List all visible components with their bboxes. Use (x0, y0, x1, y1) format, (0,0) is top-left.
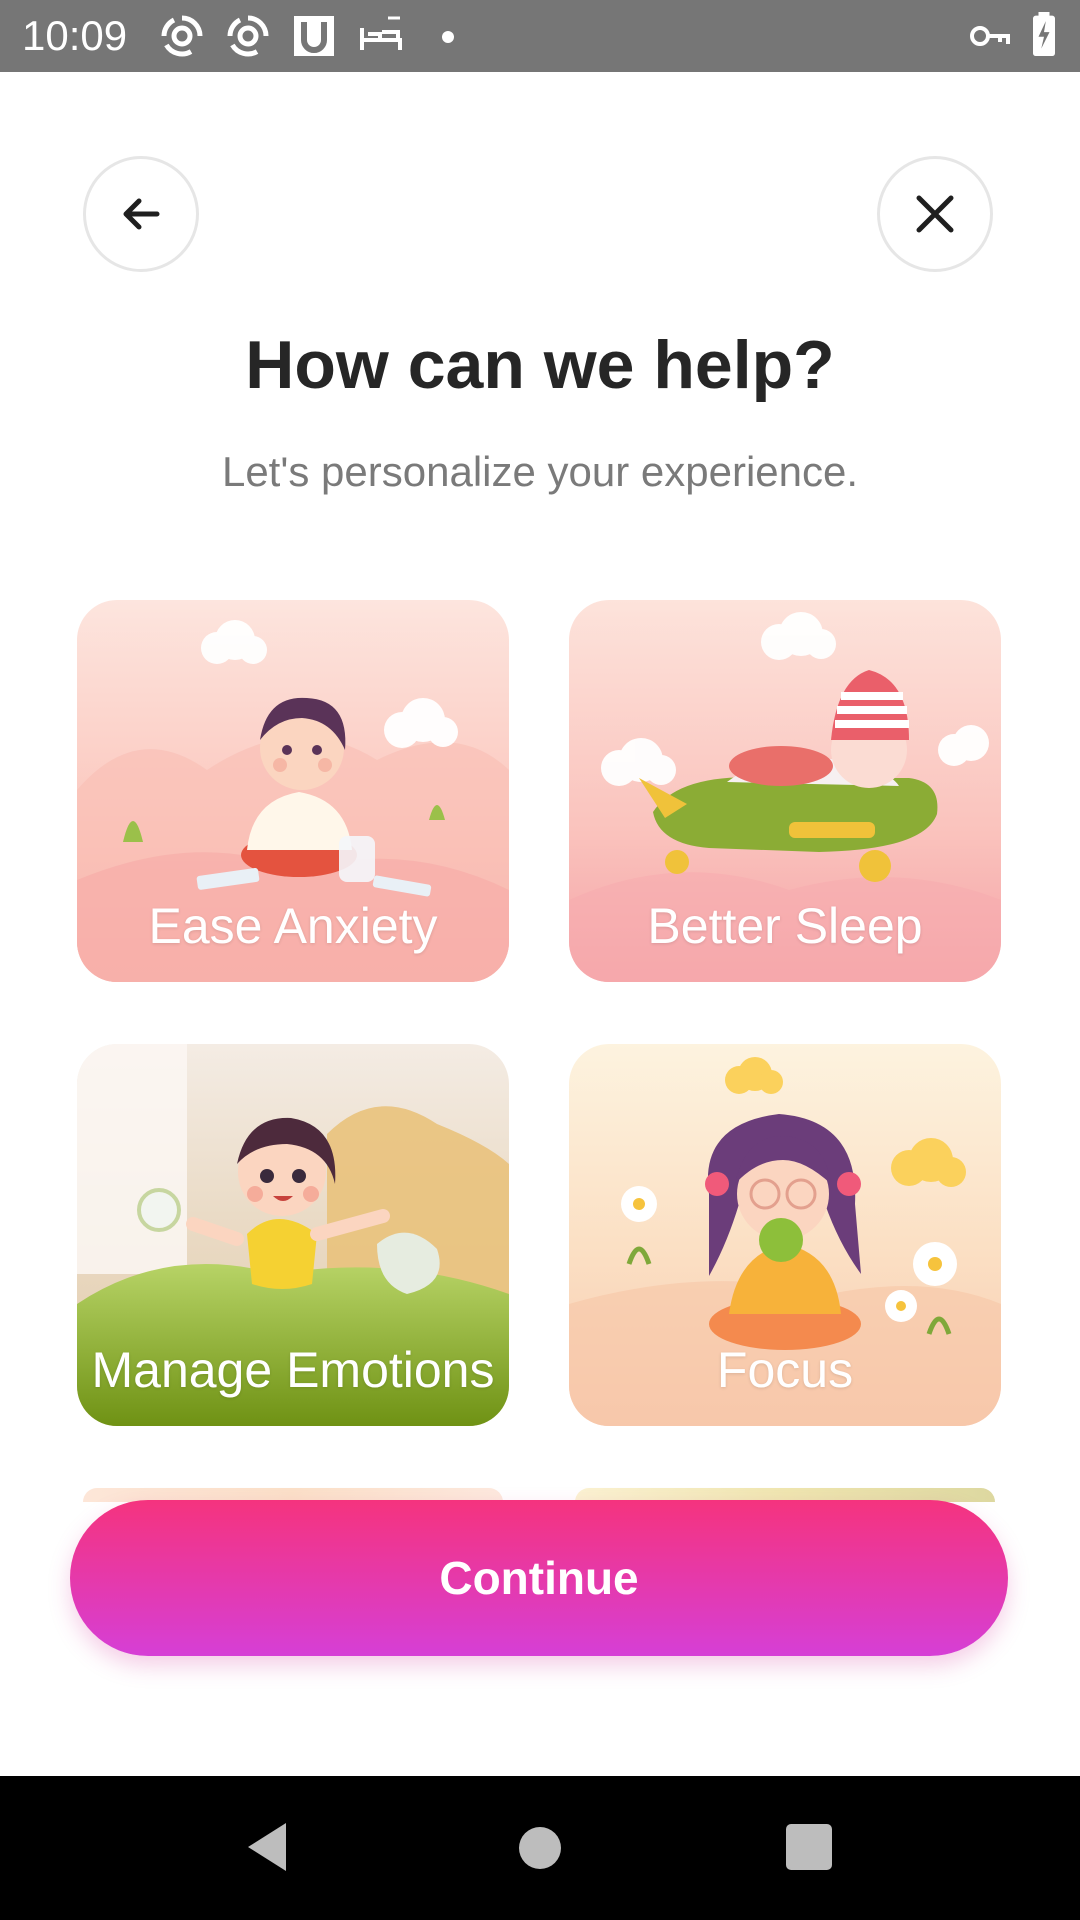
swirl-app-icon (161, 15, 203, 57)
arrow-left-icon (123, 198, 160, 230)
continue-button[interactable]: Continue (70, 1500, 1008, 1656)
status-time: 10:09 (22, 12, 128, 59)
page-title: How can we help? (245, 327, 835, 403)
option-label: Manage Emotions (91, 1342, 495, 1398)
bed-icon (360, 16, 402, 50)
status-bar: 10:09 (0, 0, 1080, 72)
battery-charging-icon (1033, 12, 1055, 56)
nav-recents-icon[interactable] (786, 1824, 832, 1870)
option-label: Better Sleep (647, 898, 923, 954)
option-card-focus[interactable]: Focus (569, 1044, 1001, 1426)
nav-home-icon[interactable] (518, 1826, 562, 1870)
option-card-ease-anxiety[interactable]: Ease Anxiety (77, 600, 509, 982)
close-icon (916, 195, 954, 233)
page-subtitle: Let's personalize your experience. (221, 448, 859, 495)
nav-back-icon[interactable] (244, 1821, 290, 1873)
option-card-manage-emotions[interactable]: Manage Emotions (77, 1044, 509, 1426)
option-label: Focus (716, 1342, 854, 1398)
u-app-icon (294, 16, 334, 56)
vpn-key-icon (970, 26, 1010, 46)
option-label: Ease Anxiety (148, 898, 438, 954)
notification-dot-icon (442, 31, 454, 43)
close-button[interactable] (877, 156, 993, 272)
back-button[interactable] (83, 156, 199, 272)
swirl-app-icon (227, 15, 269, 57)
option-card-better-sleep[interactable]: Better Sleep (569, 600, 1001, 982)
